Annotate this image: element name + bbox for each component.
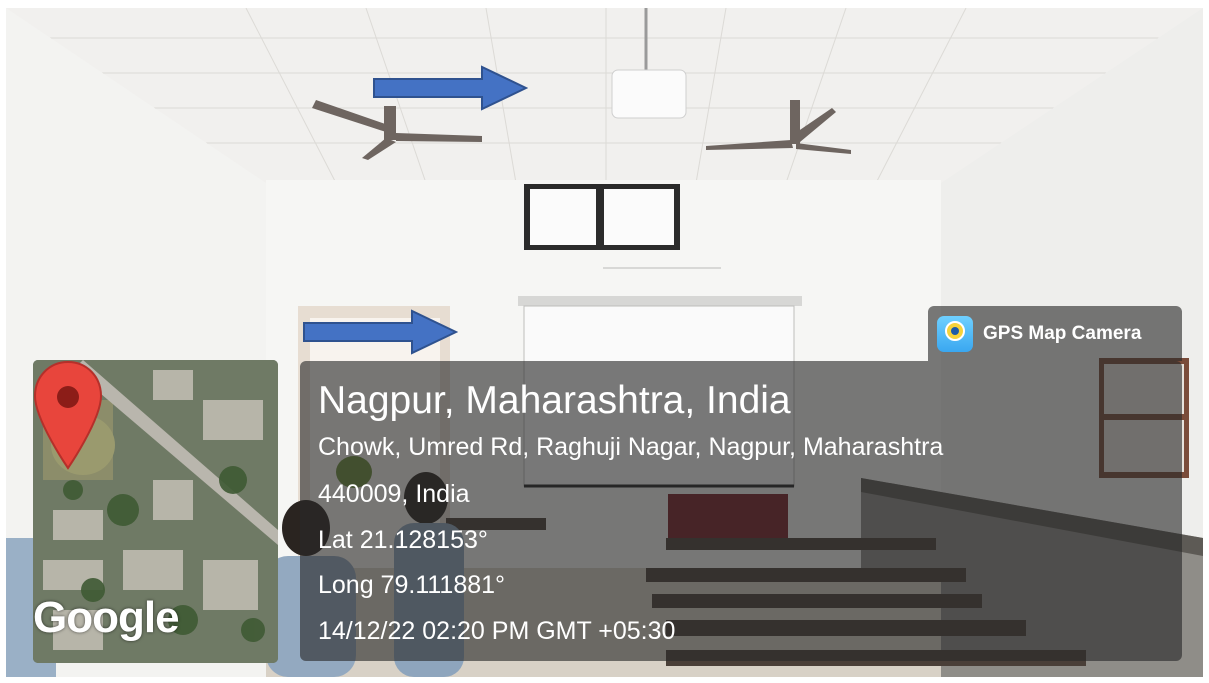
place-title: Nagpur, Maharashtra, India bbox=[318, 379, 791, 422]
map-pin-icon bbox=[33, 360, 103, 470]
gps-map-camera-icon bbox=[937, 315, 973, 352]
latitude: Lat 21.128153° bbox=[318, 526, 488, 554]
address-line-2: 440009, India bbox=[318, 480, 470, 508]
annotation-arrow-screen bbox=[303, 309, 458, 355]
annotation-arrow-projector bbox=[373, 65, 528, 111]
datetime: 14/12/22 02:20 PM GMT +05:30 bbox=[318, 617, 676, 645]
map-thumbnail: Google bbox=[33, 360, 278, 663]
app-badge: GPS Map Camera bbox=[928, 306, 1182, 361]
longitude: Long 79.111881° bbox=[318, 571, 506, 599]
address-line-1: Chowk, Umred Rd, Raghuji Nagar, Nagpur, … bbox=[318, 433, 944, 461]
app-name: GPS Map Camera bbox=[983, 322, 1142, 344]
google-logo: Google bbox=[33, 593, 180, 642]
